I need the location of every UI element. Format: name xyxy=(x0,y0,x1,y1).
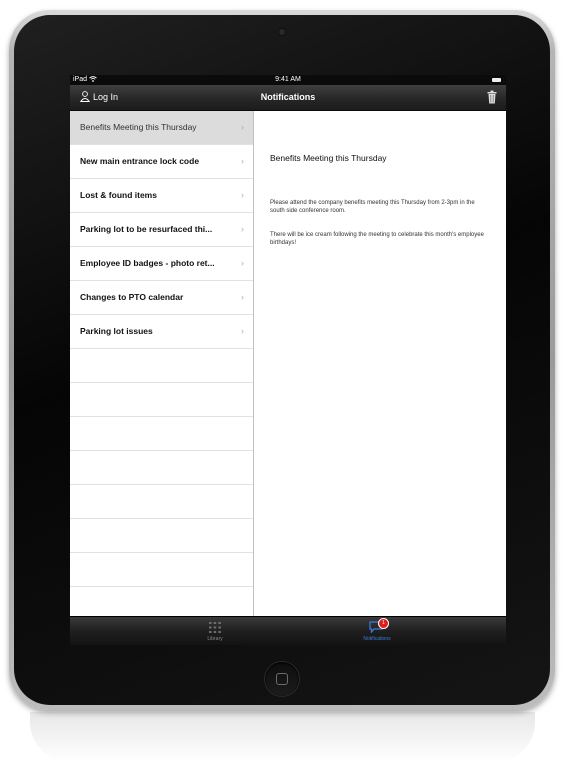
list-item-title: Lost & found items xyxy=(80,190,157,200)
tab-notifications[interactable]: 1 Notifications xyxy=(322,617,432,645)
chevron-right-icon: › xyxy=(241,156,244,166)
battery-icon xyxy=(492,78,501,82)
list-item-title: Changes to PTO calendar xyxy=(80,292,184,302)
list-item-title: Employee ID badges - photo ret... xyxy=(80,258,215,268)
list-item-pto-calendar[interactable]: Changes to PTO calendar › xyxy=(70,281,253,315)
list-item-title: New main entrance lock code xyxy=(80,156,200,166)
empty-row xyxy=(70,553,253,587)
chevron-right-icon: › xyxy=(241,258,244,268)
chevron-right-icon: › xyxy=(241,292,244,302)
notification-detail: Benefits Meeting this Thursday Please at… xyxy=(254,111,506,616)
notifications-list: Benefits Meeting this Thursday › New mai… xyxy=(70,111,254,616)
list-item-benefits-meeting[interactable]: Benefits Meeting this Thursday › xyxy=(70,111,253,145)
device-reflection xyxy=(30,712,535,762)
list-item-parking-issues[interactable]: Parking lot issues › xyxy=(70,315,253,349)
chevron-right-icon: › xyxy=(241,190,244,200)
nav-title: Notifications xyxy=(260,92,316,102)
list-item-title: Parking lot to be resurfaced thi... xyxy=(80,224,213,234)
empty-row xyxy=(70,451,253,485)
notification-badge: 1 xyxy=(378,618,389,629)
tab-library[interactable]: Library xyxy=(160,617,270,645)
empty-row xyxy=(70,519,253,553)
empty-row xyxy=(70,485,253,519)
home-button[interactable] xyxy=(265,662,299,696)
empty-row xyxy=(70,383,253,417)
tab-bar: Library 1 Notifications xyxy=(70,616,506,645)
camera-icon xyxy=(279,29,285,35)
chevron-right-icon: › xyxy=(241,122,244,132)
status-bar: iPad 9:41 AM xyxy=(70,75,506,85)
list-item-title: Benefits Meeting this Thursday xyxy=(80,122,197,132)
status-time: 9:41 AM xyxy=(275,76,301,83)
detail-paragraph: Please attend the company benefits meeti… xyxy=(270,200,475,214)
list-item-id-badges[interactable]: Employee ID badges - photo ret... › xyxy=(70,247,253,281)
nav-bar: Log In Notifications xyxy=(70,85,506,111)
list-item-lost-found[interactable]: Lost & found items › xyxy=(70,179,253,213)
empty-row xyxy=(70,417,253,451)
tab-label: Notifications xyxy=(363,636,391,642)
detail-paragraph: There will be ice cream following the me… xyxy=(270,232,484,246)
grid-icon xyxy=(209,622,221,633)
chevron-right-icon: › xyxy=(241,326,244,336)
chevron-right-icon: › xyxy=(241,224,244,234)
home-square-icon xyxy=(276,673,288,685)
list-item-parking-resurfaced[interactable]: Parking lot to be resurfaced thi... › xyxy=(70,213,253,247)
list-item-lock-code[interactable]: New main entrance lock code › xyxy=(70,145,253,179)
tab-label: Library xyxy=(207,636,223,642)
app-screen: iPad 9:41 AM Log In Notifications Benefi… xyxy=(70,75,506,645)
detail-title: Benefits Meeting this Thursday xyxy=(270,153,387,163)
empty-row xyxy=(70,349,253,383)
trash-icon[interactable] xyxy=(487,90,497,104)
list-item-title: Parking lot issues xyxy=(80,326,153,336)
